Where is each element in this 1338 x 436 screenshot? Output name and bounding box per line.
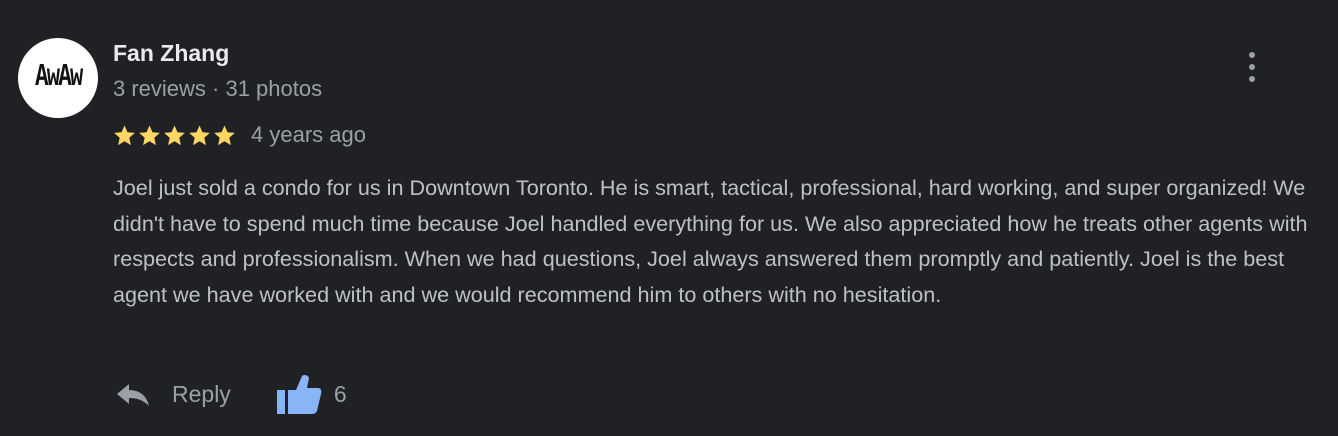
star-rating: [113, 124, 236, 147]
like-button[interactable]: 6: [276, 370, 347, 418]
review-card: AwAw Fan Zhang 3 reviews · 31 photos 4 y…: [0, 0, 1338, 436]
avatar[interactable]: AwAw: [18, 38, 98, 118]
author-meta: 3 reviews · 31 photos: [113, 76, 323, 101]
review-text: Joel just sold a condo for us in Downtow…: [113, 175, 1308, 307]
like-count: 6: [333, 380, 347, 407]
reply-label: Reply: [172, 380, 231, 407]
rating-row: 4 years ago: [113, 120, 366, 150]
more-vert-icon-dot: [1249, 76, 1255, 82]
star-icon: [139, 124, 160, 145]
reply-icon: [117, 384, 149, 406]
reply-button[interactable]: Reply: [113, 370, 231, 418]
avatar-text: AwAw: [34, 60, 83, 96]
author-name[interactable]: Fan Zhang: [113, 40, 229, 67]
star-icon: [214, 124, 235, 145]
star-icon: [164, 124, 185, 145]
review-actions: Reply 6: [113, 370, 347, 418]
more-options-button[interactable]: [1236, 46, 1268, 88]
star-icon: [114, 124, 135, 145]
more-vert-icon: [1249, 52, 1255, 58]
thumbs-up-icon: [276, 374, 322, 414]
star-icon: [189, 124, 210, 145]
more-vert-icon-dot: [1249, 64, 1255, 70]
review-time: 4 years ago: [251, 122, 366, 147]
